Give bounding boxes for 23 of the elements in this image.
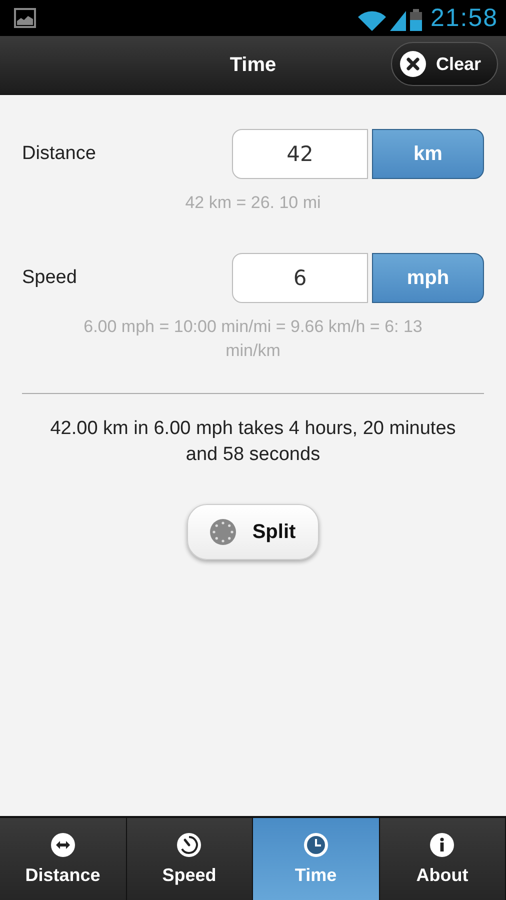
clock-icon (304, 832, 328, 856)
tab-button[interactable]: Speed (126, 818, 253, 900)
signal-icon (390, 11, 406, 31)
clear-button[interactable]: Clear (390, 42, 498, 86)
wifi-icon (358, 11, 386, 31)
conversion-text: 6.00 mph = 10:00 min/mi = 9.66 km/h = 6: 13 min/km (82, 316, 424, 362)
clock-time: 21:58 (430, 5, 498, 31)
value-field[interactable]: 42 (232, 129, 368, 179)
gauge-icon (177, 832, 202, 856)
split-button[interactable]: Split (187, 504, 319, 560)
screen-title: Time (230, 54, 276, 76)
tab-button[interactable]: Distance (0, 818, 126, 900)
info-icon (430, 832, 454, 856)
close-icon (400, 51, 426, 77)
tab-button[interactable]: About (380, 818, 506, 900)
gallery-notification-icon (14, 8, 36, 28)
battery-icon (410, 9, 422, 31)
field-label: Speed (22, 267, 77, 289)
wheel-icon (210, 519, 236, 545)
result-text: 42.00 km in 6.00 mph takes 4 hours, 20 minutes and 58 seconds (49, 417, 457, 467)
conversion-text: 42 km = 26. 10 mi (184, 192, 322, 214)
field-label: Distance (22, 143, 96, 165)
value-field[interactable]: 6 (232, 253, 368, 303)
